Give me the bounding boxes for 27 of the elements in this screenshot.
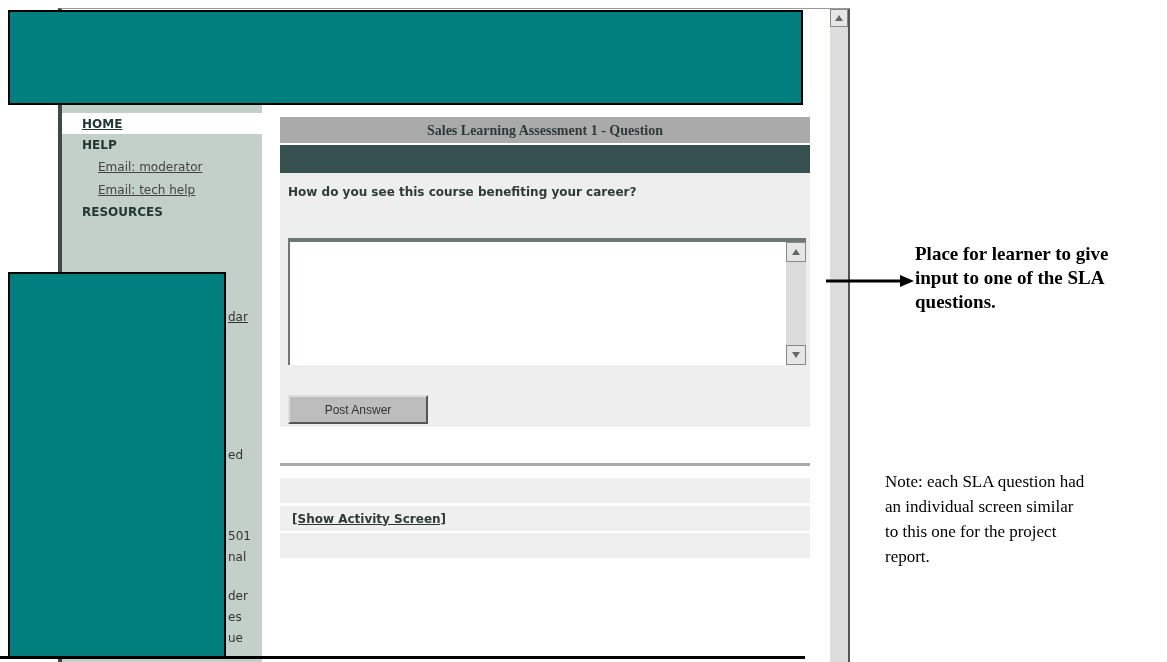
sidebar-item[interactable]: RESOURCES	[62, 201, 262, 222]
scroll-down-button[interactable]	[786, 345, 806, 365]
sidebar-text: 501	[228, 527, 251, 545]
question-text: How do you see this course benefiting your career?	[288, 184, 638, 201]
page-scrollbar[interactable]	[830, 9, 850, 662]
post-answer-button[interactable]: Post Answer	[288, 395, 428, 424]
note-text: Note: each SLA question had an individual screen similar to this one for the project report.	[885, 471, 1086, 568]
arrow-up-icon	[835, 15, 843, 21]
sidebar-text: es	[228, 608, 242, 626]
scroll-up-button[interactable]	[830, 9, 848, 27]
scrollbar[interactable]	[786, 242, 806, 365]
arrow-up-icon	[792, 249, 800, 255]
sidebar-text: nal	[228, 548, 247, 566]
sidebar-text: der	[228, 587, 248, 605]
sidebar-text: ue	[228, 629, 243, 647]
sidebar-link[interactable]: dar	[228, 306, 248, 327]
sidebar-text: ed	[228, 446, 243, 464]
sidebar-item[interactable]: HELP	[62, 134, 262, 155]
panel-title: Sales Learning Assessment 1 - Question	[280, 117, 810, 143]
sidebar-link[interactable]: Email: tech help	[62, 178, 262, 201]
arrow-down-icon	[792, 352, 800, 358]
sidebar-link[interactable]: Email: moderator	[62, 155, 262, 178]
scroll-up-button[interactable]	[786, 242, 806, 262]
callout-text: Place for learner to give input to one of the SLA questions.	[915, 242, 1110, 314]
show-activity-link[interactable]: [Show Activity Screen]	[292, 509, 447, 528]
sidebar-item[interactable]: HOME	[62, 113, 262, 134]
answer-box[interactable]	[288, 238, 806, 365]
